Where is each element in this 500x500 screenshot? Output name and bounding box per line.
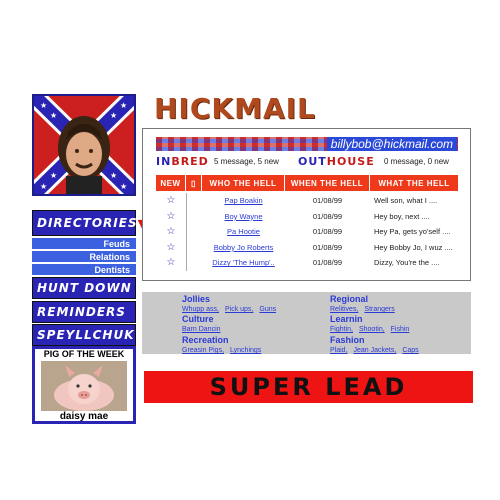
star-icon[interactable]: ☆ — [167, 195, 176, 206]
category-link[interactable]: Guns — [259, 306, 276, 313]
category-links: Whupp ass, Pick ups, Guns — [182, 306, 282, 313]
category-link[interactable]: Barn Dancin — [182, 326, 221, 333]
hickmail-page: ★★ ★★ ★★ ★★ DIRECTORIES ▼ Feuds Relation… — [0, 0, 500, 500]
svg-text:★: ★ — [120, 182, 127, 191]
nav-directories-label: DIRECTORIES — [37, 216, 138, 230]
nav-directories[interactable]: DIRECTORIES ▼ — [32, 210, 146, 236]
outhouse-count: 0 message, 0 new — [384, 157, 449, 166]
category-links: Plaid, Jean Jackets, Caps — [330, 347, 425, 354]
category-link[interactable]: Pick ups, — [225, 306, 253, 313]
category-links: Fightin, Shootin, Fishin — [330, 326, 415, 333]
category-link[interactable]: Lynchings — [230, 347, 261, 354]
message-from[interactable]: Pap Boakin — [202, 196, 285, 205]
document-icon: ▯ — [191, 178, 196, 188]
message-subject: Hey Bobby Jo, I wuz .... — [374, 242, 453, 252]
nav-sub-relations[interactable]: Relations — [32, 250, 136, 262]
table-row[interactable]: ☆ Pap Boakin 01/08/99 Well son, what I .… — [156, 193, 458, 209]
col-what[interactable]: WHAT THE HELL — [370, 175, 458, 191]
category-link[interactable]: Plaid, — [330, 347, 348, 354]
message-from[interactable]: Pa Hootie — [202, 227, 285, 236]
avatar: ★ ★ ★ ★ ★ ★ ★ ★ — [32, 94, 136, 196]
folder-row: INBRED 5 message, 5 new OUTHOUSE 0 messa… — [156, 155, 458, 171]
folder-outhouse-suffix: HOUSE — [326, 155, 375, 168]
category-directory: Jollies Whupp ass, Pick ups, Guns Culture … — [142, 292, 471, 354]
inbox-panel: billybob@hickmail.com INBRED 5 message, … — [142, 128, 471, 281]
table-row[interactable]: ☆ Bobby Jo Roberts 01/08/99 Hey Bobby Jo… — [156, 239, 458, 255]
hickmail-logo: HICKMAIL — [154, 92, 316, 125]
svg-text:★: ★ — [110, 111, 117, 120]
super-lead-banner[interactable]: SUPER LEAD — [144, 371, 473, 403]
message-list: ☆ Pap Boakin 01/08/99 Well son, what I .… — [156, 193, 458, 271]
table-row[interactable]: ☆ Pa Hootie 01/08/99 Hey Pa, gets yo'sel… — [156, 224, 458, 240]
account-email: billybob@hickmail.com — [326, 137, 457, 151]
col-attachment[interactable]: ▯ — [186, 175, 202, 191]
category-learnin[interactable]: Learnin — [330, 314, 363, 324]
pig-of-the-week-title: PIG OF THE WEEK — [35, 349, 133, 359]
svg-text:★: ★ — [40, 101, 47, 110]
category-links: Relitives, Strangers — [330, 306, 401, 313]
category-link[interactable]: Fishin — [391, 326, 410, 333]
message-table-header: NEW ▯ WHO THE HELL WHEN THE HELL WHAT TH… — [156, 175, 458, 191]
folder-inbred-prefix: IN — [156, 155, 172, 168]
message-from[interactable]: Boy Wayne — [202, 212, 285, 221]
pig-name: daisy mae — [59, 411, 109, 422]
pig-of-the-week[interactable]: PIG OF THE WEEK daisy mae — [32, 346, 136, 424]
star-icon[interactable]: ☆ — [167, 242, 176, 253]
message-date: 01/08/99 — [312, 258, 343, 268]
confederate-flag-image: ★ ★ ★ ★ ★ ★ ★ ★ — [34, 96, 134, 194]
category-culture[interactable]: Culture — [182, 314, 214, 324]
message-subject: Hey Pa, gets yo'self .... — [374, 227, 451, 237]
svg-text:★: ★ — [120, 101, 127, 110]
svg-text:★: ★ — [50, 171, 57, 180]
folder-outhouse-prefix: OUT — [298, 155, 327, 168]
svg-text:★: ★ — [110, 171, 117, 180]
col-when[interactable]: WHEN THE HELL — [285, 175, 370, 191]
message-date: 01/08/99 — [312, 211, 343, 221]
category-link[interactable]: Whupp ass, — [182, 306, 219, 313]
category-links: Barn Dancin — [182, 326, 227, 333]
star-icon[interactable]: ☆ — [167, 211, 176, 222]
message-subject: Well son, what I .... — [374, 196, 438, 206]
folder-inbred-suffix: BRED — [171, 155, 209, 168]
message-from[interactable]: Dizzy 'The Hump'.. — [202, 258, 285, 267]
svg-text:★: ★ — [50, 111, 57, 120]
folder-inbred[interactable]: INBRED — [156, 155, 209, 168]
category-link[interactable]: Strangers — [364, 306, 394, 313]
category-link[interactable]: Shootin, — [359, 326, 385, 333]
message-subject: Hey boy, next .... — [374, 211, 430, 221]
category-link[interactable]: Fightin, — [330, 326, 353, 333]
nav-sub-dentists[interactable]: Dentists — [32, 263, 136, 275]
star-icon[interactable]: ☆ — [167, 226, 176, 237]
col-new[interactable]: NEW — [156, 175, 186, 191]
category-links: Greasin Pigs, Lynchings — [182, 347, 267, 354]
message-date: 01/08/99 — [312, 196, 343, 206]
nav-sub-feuds[interactable]: Feuds — [32, 237, 136, 249]
message-subject: Dizzy, You're the .... — [374, 258, 440, 268]
svg-text:★: ★ — [40, 182, 47, 191]
inbred-count: 5 message, 5 new — [214, 157, 279, 166]
col-who[interactable]: WHO THE HELL — [202, 175, 285, 191]
nav-hunt-down[interactable]: HUNT DOWN — [32, 277, 136, 299]
category-jollies[interactable]: Jollies — [182, 294, 210, 304]
category-regional[interactable]: Regional — [330, 294, 368, 304]
message-date: 01/08/99 — [312, 227, 343, 237]
category-link[interactable]: Relitives, — [330, 306, 358, 313]
category-link[interactable]: Caps — [402, 347, 418, 354]
category-fashion[interactable]: Fashion — [330, 335, 365, 345]
nav-reminders[interactable]: REMINDERS — [32, 301, 136, 323]
nav-speyllchuk[interactable]: SPEYLLCHUK — [32, 324, 136, 346]
category-link[interactable]: Greasin Pigs, — [182, 347, 224, 354]
message-from[interactable]: Bobby Jo Roberts — [202, 243, 285, 252]
category-recreation[interactable]: Recreation — [182, 335, 229, 345]
category-link[interactable]: Jean Jackets, — [354, 347, 397, 354]
table-row[interactable]: ☆ Boy Wayne 01/08/99 Hey boy, next .... — [156, 208, 458, 224]
folder-outhouse[interactable]: OUTHOUSE — [298, 155, 375, 168]
pig-image — [41, 361, 127, 411]
message-date: 01/08/99 — [312, 242, 343, 252]
table-row[interactable]: ☆ Dizzy 'The Hump'.. 01/08/99 Dizzy, You… — [156, 255, 458, 271]
star-icon[interactable]: ☆ — [167, 257, 176, 268]
